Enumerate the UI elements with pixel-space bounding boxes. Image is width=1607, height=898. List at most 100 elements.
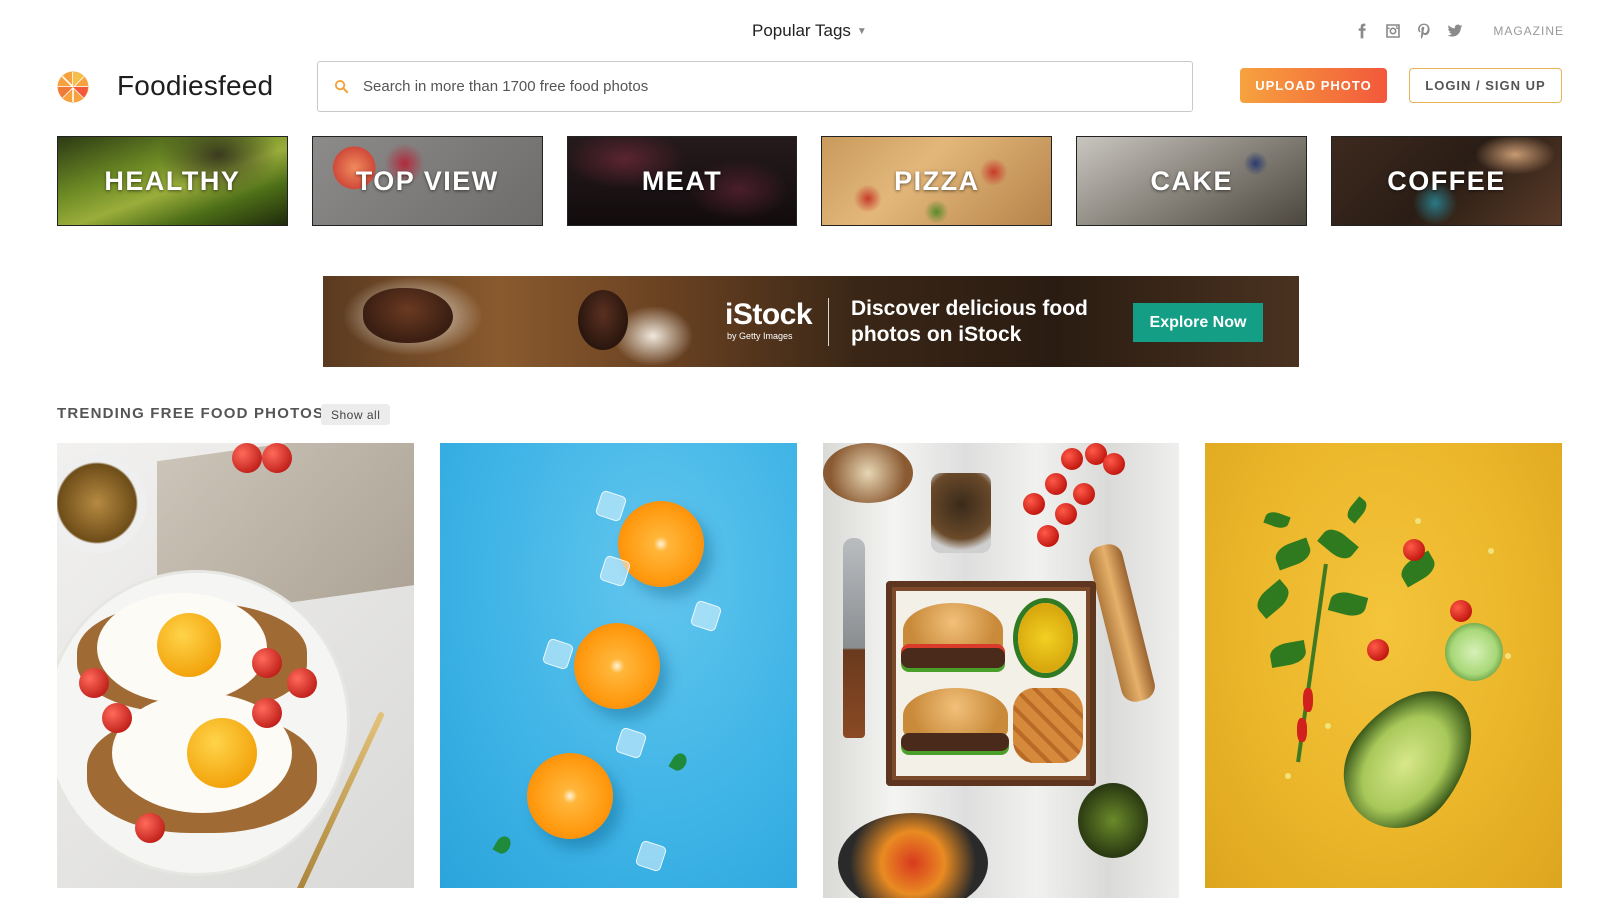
orange-slice-image xyxy=(573,623,660,709)
magazine-link[interactable]: MAGAZINE xyxy=(1493,24,1564,38)
burger-patty-image xyxy=(900,648,1005,668)
facebook-icon[interactable] xyxy=(1353,22,1370,39)
category-tile-top-view[interactable]: TOP VIEW xyxy=(311,136,543,226)
trending-photo-grid xyxy=(57,443,1562,898)
seed-image xyxy=(1415,518,1422,524)
ice-cube-image xyxy=(541,637,575,671)
ice-cube-image xyxy=(634,839,668,873)
yolk-image xyxy=(157,613,221,677)
tomato-image xyxy=(262,443,292,473)
tomato-image xyxy=(79,668,109,698)
garlic-bowl-image xyxy=(822,443,913,503)
mint-leaf-image xyxy=(492,833,514,857)
corn-image xyxy=(1017,603,1073,673)
popular-tags-dropdown[interactable]: Popular Tags ▼ xyxy=(752,21,867,41)
search-bar[interactable] xyxy=(317,61,1193,112)
category-label: HEALTHY xyxy=(104,165,241,196)
orange-slice-image xyxy=(617,501,704,587)
category-label: CAKE xyxy=(1150,165,1233,196)
category-tile-cake[interactable]: CAKE xyxy=(1076,136,1308,226)
trending-section-title: TRENDING FREE FOOD PHOTOS xyxy=(57,405,325,422)
pickles-bowl-image xyxy=(1077,783,1148,858)
tomato-image xyxy=(1054,503,1077,525)
ice-cube-image xyxy=(614,726,648,760)
yolk-image xyxy=(187,718,257,788)
photo-card-flying-veggies[interactable] xyxy=(1205,443,1562,888)
chevron-down-icon: ▼ xyxy=(856,26,867,37)
istock-ad-banner[interactable]: iStock by Getty Images Discover deliciou… xyxy=(323,276,1299,367)
tomato-image xyxy=(232,443,262,473)
photo-card-oranges[interactable] xyxy=(439,443,797,888)
knife-image xyxy=(842,538,865,738)
tomato-image xyxy=(1022,493,1045,515)
category-tile-meat[interactable]: MEAT xyxy=(566,136,798,226)
ice-cube-image xyxy=(689,599,723,633)
chili-image xyxy=(1303,688,1314,712)
popular-tags-label: Popular Tags xyxy=(752,21,851,40)
category-tiles: HEALTHY TOP VIEW MEAT PIZZA CAKE COFFEE xyxy=(57,136,1562,226)
tomato-image xyxy=(1036,525,1059,547)
seed-image xyxy=(1505,653,1512,659)
istock-logo: iStock xyxy=(725,298,813,331)
category-label: PIZZA xyxy=(894,165,980,196)
basil-leaf-image xyxy=(1263,509,1291,531)
twitter-icon[interactable] xyxy=(1446,22,1463,39)
tomato-image xyxy=(1450,600,1473,622)
basil-leaf-image xyxy=(1328,588,1369,620)
category-label: COFFEE xyxy=(1387,165,1506,196)
tea-cup-image xyxy=(57,453,147,553)
basil-leaf-image xyxy=(1252,579,1295,619)
ad-headline: Discover delicious food photos on iStock xyxy=(851,297,1088,346)
login-signup-button[interactable]: LOGIN / SIGN UP xyxy=(1409,68,1562,103)
pecan-image xyxy=(578,290,628,350)
category-tile-healthy[interactable]: HEALTHY xyxy=(57,136,288,226)
explore-now-button[interactable]: Explore Now xyxy=(1133,303,1263,342)
tomato-image xyxy=(287,668,317,698)
banner-divider xyxy=(828,298,829,346)
social-links: MAGAZINE xyxy=(1353,22,1564,39)
photo-card-burgers[interactable] xyxy=(822,443,1180,898)
foodiesfeed-logo-icon[interactable] xyxy=(57,71,89,103)
tomato-image xyxy=(135,813,165,843)
basil-leaf-image xyxy=(1268,640,1308,668)
site-title[interactable]: Foodiesfeed xyxy=(117,70,273,102)
tomato-image xyxy=(252,698,282,728)
pecan-image xyxy=(363,288,453,343)
chili-image xyxy=(1297,718,1308,742)
tomato-image xyxy=(1367,639,1390,661)
tomato-image xyxy=(1060,448,1083,470)
search-input[interactable] xyxy=(363,78,1163,95)
photo-card-eggs-toast[interactable] xyxy=(57,443,414,888)
instagram-icon[interactable] xyxy=(1384,22,1401,39)
seed-image xyxy=(1488,548,1495,554)
drink-glass-image xyxy=(930,473,991,553)
tomato-image xyxy=(102,703,132,733)
category-tile-coffee[interactable]: COFFEE xyxy=(1331,136,1562,226)
basil-leaf-image xyxy=(1272,537,1314,571)
basil-leaf-image xyxy=(1317,524,1360,564)
seed-image xyxy=(1325,723,1332,729)
getty-byline: by Getty Images xyxy=(727,331,793,341)
avocado-image xyxy=(1320,665,1500,851)
pepper-grinder-image xyxy=(1085,541,1158,705)
mint-leaf-image xyxy=(668,750,690,774)
top-bar: Popular Tags ▼ MAGAZINE xyxy=(0,0,1607,58)
category-tile-pizza[interactable]: PIZZA xyxy=(821,136,1053,226)
orange-slice-image xyxy=(526,753,613,839)
category-label: MEAT xyxy=(641,165,723,196)
pinterest-icon[interactable] xyxy=(1415,22,1432,39)
show-all-button[interactable]: Show all xyxy=(321,404,391,425)
burger-patty-image xyxy=(900,733,1009,751)
category-label: TOP VIEW xyxy=(355,165,499,196)
basil-leaf-image xyxy=(1344,496,1371,524)
tomato-image xyxy=(1072,483,1095,505)
search-icon xyxy=(334,79,349,94)
ice-cube-image xyxy=(594,489,628,523)
pan-vegetables-image xyxy=(837,813,988,898)
potato-wedges-image xyxy=(1012,688,1083,763)
tomato-image xyxy=(1044,473,1067,495)
tomato-image xyxy=(252,648,282,678)
cucumber-slice-image xyxy=(1445,623,1504,681)
upload-photo-button[interactable]: UPLOAD PHOTO xyxy=(1240,68,1387,103)
seed-image xyxy=(1285,773,1292,779)
